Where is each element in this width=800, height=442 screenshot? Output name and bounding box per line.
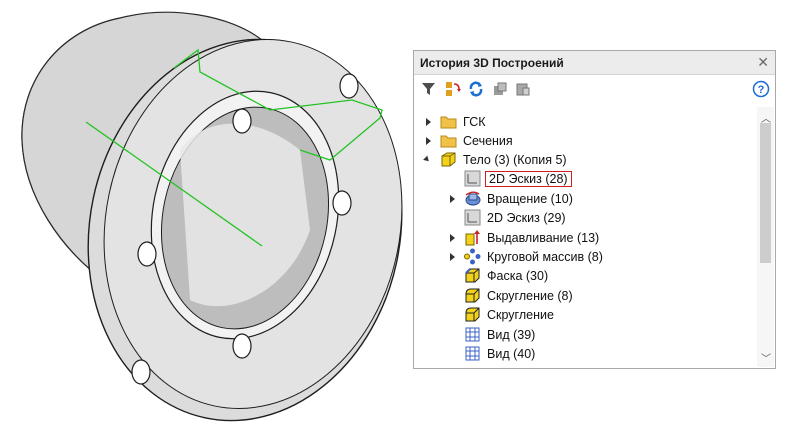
sketch-icon	[464, 209, 481, 226]
folder-icon	[440, 113, 457, 130]
tree-item-label-selected: 2D Эскиз (28)	[485, 170, 572, 187]
tree-item-sketch-29[interactable]: 2D Эскиз (29)	[448, 208, 568, 227]
tree-item-label: Сечения	[463, 133, 513, 148]
part-tool-icon[interactable]	[491, 80, 509, 98]
expand-arrow-icon[interactable]	[424, 117, 434, 127]
expand-arrow-icon[interactable]	[424, 136, 434, 146]
tree-item-gsk[interactable]: ГСК	[424, 112, 488, 131]
history-panel: История 3D Построений ✕ ? ГСК Сечения Те…	[413, 50, 776, 369]
refresh-icon[interactable]	[467, 80, 485, 98]
tree-item-label: Скругление (8)	[487, 288, 573, 303]
tree-item-label: Вращение (10)	[487, 191, 573, 206]
collapse-arrow-icon[interactable]	[424, 155, 434, 165]
tree-item-circular-array[interactable]: Круговой массив (8)	[448, 247, 605, 266]
body-icon	[440, 151, 457, 168]
tree-item-fillet[interactable]: Скругление	[448, 305, 556, 324]
tree-item-chamfer[interactable]: Фаска (30)	[448, 266, 550, 285]
tree-item-label: Выдавливание (13)	[487, 230, 600, 245]
extrude-icon	[464, 229, 481, 246]
history-tree: ГСК Сечения Тело (3) (Копия 5) 2D Эскиз …	[414, 107, 757, 367]
tree-item-sketch-28[interactable]: 2D Эскиз (28)	[448, 169, 572, 188]
view-icon	[464, 326, 481, 343]
scroll-down-icon[interactable]: ﹀	[761, 350, 771, 365]
tree-item-sections[interactable]: Сечения	[424, 131, 515, 150]
scrollbar-thumb[interactable]	[760, 123, 771, 263]
panel-header: История 3D Построений ✕	[414, 51, 775, 75]
sketch-icon	[464, 170, 481, 187]
tree-item-label: Круговой массив (8)	[487, 249, 603, 264]
folder-icon	[440, 132, 457, 149]
panel-title: История 3D Построений	[420, 56, 564, 70]
tree-item-extrude[interactable]: Выдавливание (13)	[448, 228, 601, 247]
view-icon	[464, 345, 481, 362]
tree-structure-icon[interactable]	[444, 80, 462, 98]
help-icon[interactable]: ?	[752, 80, 770, 98]
tree-item-view-40[interactable]: Вид (40)	[448, 344, 537, 363]
tree-item-label: Вид (40)	[487, 346, 536, 361]
tree-item-label: Скругление	[487, 307, 554, 322]
tree-item-revolve[interactable]: Вращение (10)	[448, 189, 575, 208]
part-tool-2-icon[interactable]	[514, 80, 532, 98]
tree-item-view-39[interactable]: Вид (39)	[448, 325, 537, 344]
fillet-icon	[464, 287, 481, 304]
tree-item-label: Вид (39)	[487, 327, 536, 342]
revolve-icon	[464, 190, 481, 207]
vertical-scrollbar[interactable]: ︿ ﹀	[757, 107, 774, 367]
3d-viewport[interactable]	[0, 0, 412, 437]
flange-model[interactable]	[0, 0, 412, 437]
expand-arrow-icon[interactable]	[448, 252, 458, 262]
panel-toolbar: ?	[414, 75, 775, 105]
chamfer-icon	[464, 267, 481, 284]
tree-item-label: 2D Эскиз (29)	[487, 210, 566, 225]
tree-item-body[interactable]: Тело (3) (Копия 5)	[424, 150, 569, 169]
close-icon[interactable]: ✕	[757, 54, 769, 71]
circular-array-icon	[464, 248, 481, 265]
svg-text:?: ?	[758, 84, 765, 96]
filter-icon[interactable]	[420, 80, 438, 98]
tree-item-label: Тело (3) (Копия 5)	[463, 152, 567, 167]
fillet-icon	[464, 306, 481, 323]
tree-item-fillet-8[interactable]: Скругление (8)	[448, 286, 575, 305]
expand-arrow-icon[interactable]	[448, 194, 458, 204]
expand-arrow-icon[interactable]	[448, 233, 458, 243]
tree-item-label: Фаска (30)	[487, 268, 549, 283]
tree-item-label: ГСК	[463, 114, 486, 129]
